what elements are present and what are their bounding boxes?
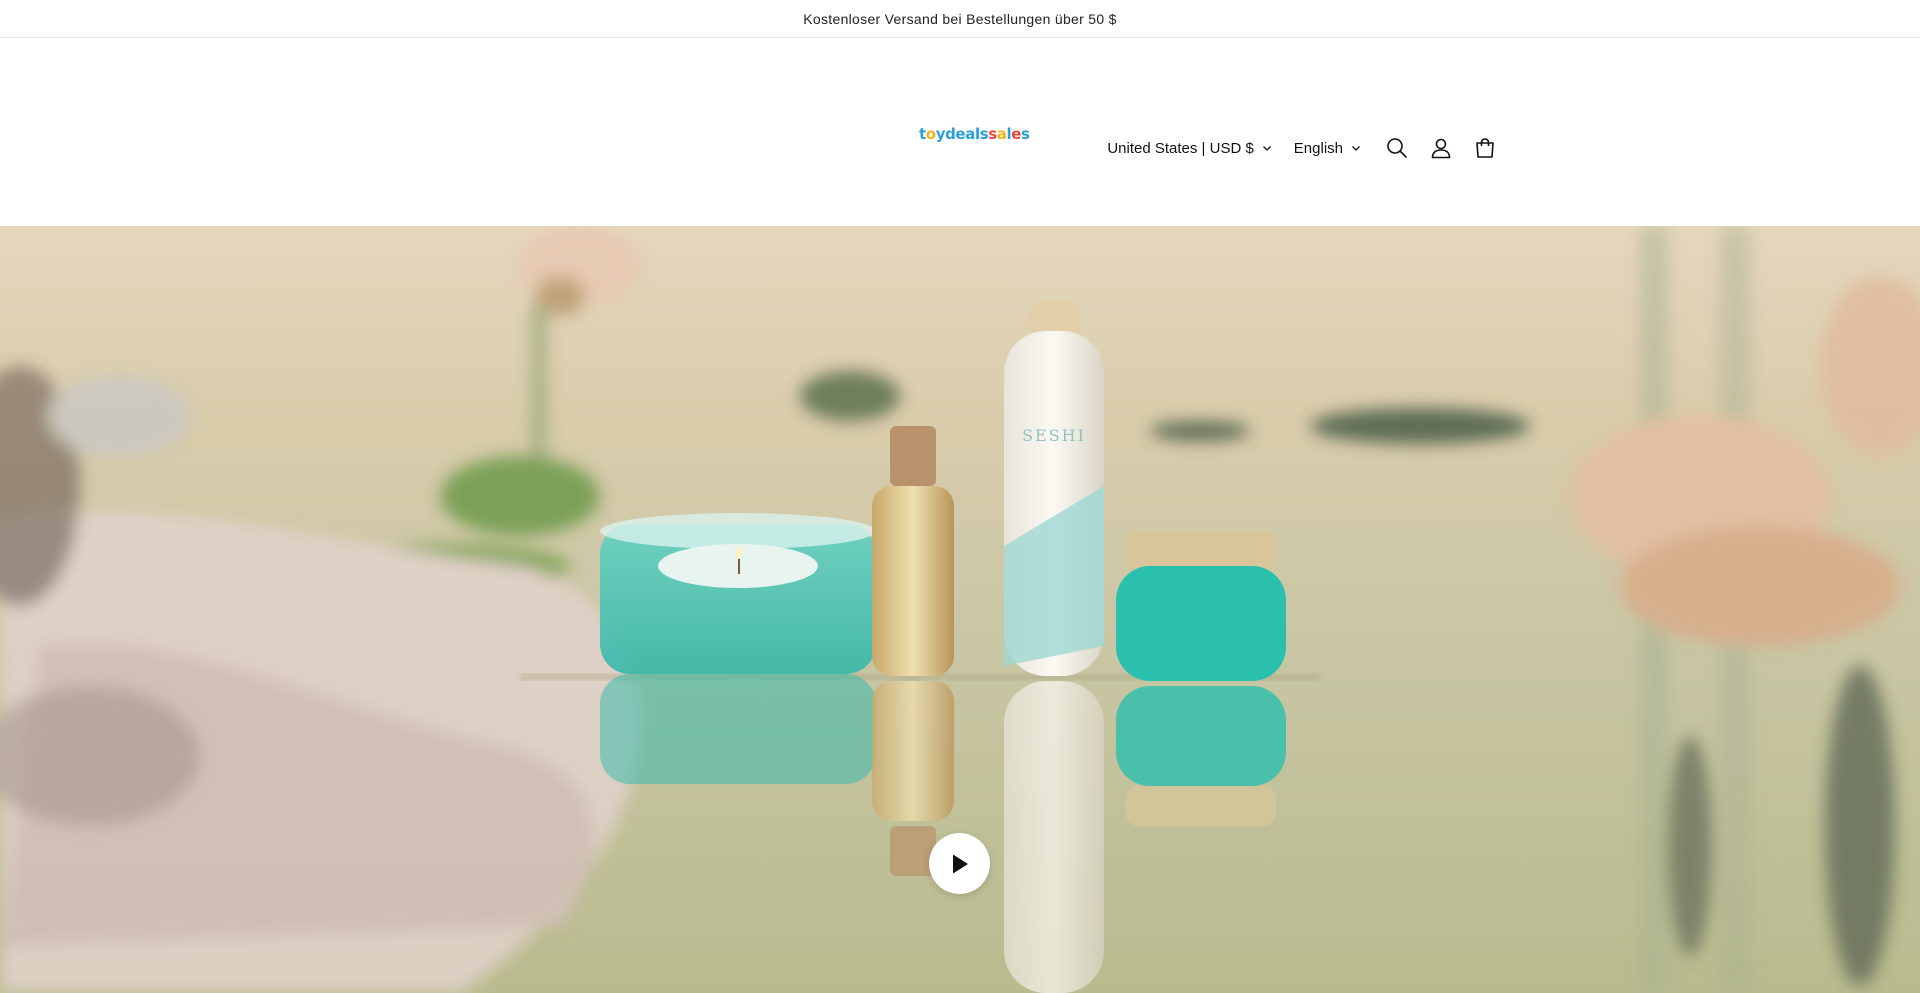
country-selector[interactable]: United States | USD $ (1099, 134, 1279, 163)
account-button[interactable] (1419, 126, 1463, 170)
site-header: toydealssales United States | USD $ Engl… (0, 38, 1920, 225)
account-icon (1431, 138, 1451, 159)
logo-letter: s (1021, 125, 1030, 143)
play-video-button[interactable] (929, 833, 990, 894)
play-icon (952, 854, 968, 873)
logo-letter: s (979, 125, 989, 143)
search-button[interactable] (1375, 126, 1419, 170)
hero-video: SESHI (0, 226, 1920, 993)
header-actions: United States | USD $ English (1099, 126, 1507, 170)
cart-button[interactable] (1463, 126, 1507, 170)
store-logo[interactable]: toydealssales (919, 120, 1030, 148)
chevron-down-icon (1352, 146, 1360, 151)
language-selector-label: English (1293, 139, 1343, 157)
announcement-text: Kostenloser Versand bei Bestellungen übe… (803, 10, 1117, 27)
search-icon (1387, 138, 1407, 158)
logo-letter: e (1011, 125, 1022, 143)
language-selector[interactable]: English (1286, 134, 1369, 163)
logo-letter: s (988, 125, 997, 143)
logo-letter: a (965, 125, 975, 143)
country-selector-label: United States | USD $ (1107, 139, 1254, 157)
logo-letter: e (955, 125, 966, 143)
chevron-down-icon (1262, 146, 1271, 151)
logo-letter: t (919, 125, 926, 143)
cart-icon (1476, 138, 1494, 158)
svg-text:SESHI: SESHI (1022, 426, 1086, 445)
logo-letter: y (935, 125, 946, 143)
logo-letter: o (925, 125, 936, 143)
logo-letter: a (996, 125, 1007, 143)
logo-letter: d (945, 125, 956, 143)
announcement-bar: Kostenloser Versand bei Bestellungen übe… (0, 0, 1920, 38)
